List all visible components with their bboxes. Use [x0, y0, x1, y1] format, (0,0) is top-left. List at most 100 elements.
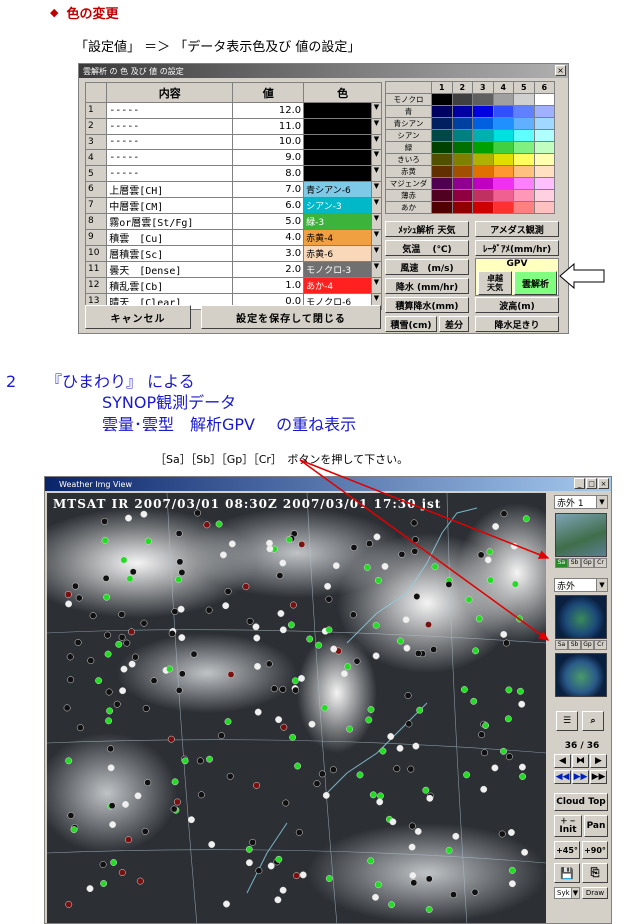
palette-swatch[interactable] [492, 92, 514, 106]
palette-swatch[interactable] [431, 176, 453, 190]
palette-swatch[interactable] [451, 128, 473, 142]
satellite-image[interactable]: MTSAT IR 2007/03/01 08:30Z 2007/03/01 17… [47, 493, 546, 923]
palette-swatch[interactable] [492, 188, 514, 202]
palette-swatch[interactable] [533, 152, 555, 166]
palette-swatch[interactable] [451, 104, 473, 118]
radar-button[interactable]: ﾚｰﾀﾞｱﾒ(mm/hr) [475, 240, 559, 256]
palette-swatch[interactable] [431, 140, 453, 154]
palette-swatch[interactable] [513, 164, 535, 178]
channel-select-1[interactable]: 赤外 1 ▼ [554, 495, 608, 509]
globe-thumbnail-2[interactable] [555, 595, 607, 639]
value-field[interactable]: 2.0 [232, 260, 305, 278]
palette-swatch[interactable] [513, 128, 535, 142]
prev-icon[interactable]: ◀ [554, 754, 571, 768]
init-button[interactable]: ＋ − Init [554, 815, 582, 837]
rotate-45-button[interactable]: +45° [554, 841, 580, 859]
content-field[interactable]: 中層雲[CM] [106, 196, 234, 214]
palette-swatch[interactable] [431, 188, 453, 202]
value-field[interactable]: 6.0 [232, 196, 305, 214]
gp-button-1[interactable]: Gp [581, 558, 594, 568]
palette-swatch[interactable] [533, 140, 555, 154]
color-select[interactable]: モノクロ-3 ▼ [303, 260, 382, 278]
palette-swatch[interactable] [513, 152, 535, 166]
diff-button[interactable]: 差分 [439, 316, 469, 332]
palette-swatch[interactable] [472, 92, 494, 106]
palette-swatch[interactable] [451, 200, 473, 214]
palette-swatch[interactable] [472, 164, 494, 178]
palette-swatch[interactable] [533, 188, 555, 202]
palette-swatch[interactable] [431, 116, 453, 130]
palette-swatch[interactable] [451, 164, 473, 178]
cloud-analysis-button[interactable]: 雲解析 [514, 271, 557, 295]
copy-icon[interactable]: ⎘ [582, 863, 608, 883]
content-field[interactable]: ----- [106, 133, 234, 151]
save-icon[interactable]: 💾 [554, 863, 580, 883]
content-field[interactable]: 曇天 [Dense] [106, 260, 234, 278]
save-close-button[interactable]: 設定を保存して閉じる [201, 305, 381, 329]
accum-rain-button[interactable]: 積算降水(mm) [385, 297, 469, 313]
palette-swatch[interactable] [451, 152, 473, 166]
value-field[interactable]: 5.0 [232, 212, 305, 230]
syk-select[interactable]: Syk ▼ [554, 887, 580, 899]
cloud-top-button[interactable]: Cloud Top [554, 793, 608, 811]
content-field[interactable]: 積乱雲[Cb] [106, 276, 234, 294]
color-select[interactable]: ▼ [303, 165, 382, 182]
palette-swatch[interactable] [472, 176, 494, 190]
palette-swatch[interactable] [451, 116, 473, 130]
palette-swatch[interactable] [513, 200, 535, 214]
wave-height-button[interactable]: 波高(m) [475, 297, 559, 313]
rewind-icon[interactable]: ◀◀ [554, 770, 571, 784]
palette-swatch[interactable] [533, 200, 555, 214]
palette-swatch[interactable] [431, 128, 453, 142]
palette-swatch[interactable] [533, 104, 555, 118]
next-icon[interactable]: ▶ [590, 754, 607, 768]
color-select[interactable]: あか-4 ▼ [303, 276, 382, 294]
draw-button[interactable]: Draw [582, 887, 608, 899]
palette-swatch[interactable] [513, 104, 535, 118]
stop-icon[interactable]: ⧓ [572, 754, 589, 768]
palette-swatch[interactable] [472, 116, 494, 130]
color-select[interactable]: ▼ [303, 117, 382, 135]
wind-button[interactable]: 風速 (m/s) [385, 259, 469, 275]
palette-swatch[interactable] [451, 92, 473, 106]
rotate-90-button[interactable]: +90° [582, 841, 608, 859]
palette-swatch[interactable] [513, 116, 535, 130]
palette-swatch[interactable] [533, 176, 555, 190]
minimize-icon[interactable]: _ [574, 478, 585, 489]
content-field[interactable]: ----- [106, 165, 234, 182]
globe-thumbnail-3[interactable] [555, 653, 607, 697]
channel-select-2[interactable]: 赤外 ▼ [554, 578, 608, 592]
content-field[interactable]: 上層雲[CH] [106, 180, 234, 198]
cr-button-1[interactable]: Cr [594, 558, 607, 568]
palette-swatch[interactable] [472, 128, 494, 142]
palette-swatch[interactable] [431, 152, 453, 166]
end-icon[interactable]: ▶▶ [590, 770, 607, 784]
thumbnail-1[interactable] [555, 513, 607, 557]
fast-forward-icon[interactable]: ▶▶ [572, 770, 589, 784]
value-field[interactable]: 10.0 [232, 133, 305, 151]
content-field[interactable]: 層積雲[Sc] [106, 244, 234, 262]
maximize-icon[interactable]: □ [586, 478, 597, 489]
temperature-button[interactable]: 気温 (℃) [385, 240, 469, 256]
close-icon[interactable]: × [598, 478, 609, 489]
content-field[interactable]: 霧or層雲[St/Fg] [106, 212, 234, 230]
color-select[interactable]: 緑-3 ▼ [303, 212, 382, 230]
sa-button-2[interactable]: Sa [555, 640, 568, 650]
palette-swatch[interactable] [472, 188, 494, 202]
content-field[interactable]: 積雲 [Cu] [106, 228, 234, 246]
palette-swatch[interactable] [533, 164, 555, 178]
palette-swatch[interactable] [513, 188, 535, 202]
palette-swatch[interactable] [492, 176, 514, 190]
value-field[interactable]: 11.0 [232, 117, 305, 135]
palette-swatch[interactable] [492, 164, 514, 178]
palette-swatch[interactable] [533, 128, 555, 142]
value-field[interactable]: 8.0 [232, 165, 305, 182]
rain-button[interactable]: 降水 (mm/hr) [385, 278, 469, 294]
sb-button-1[interactable]: Sb [568, 558, 581, 568]
palette-swatch[interactable] [472, 152, 494, 166]
palette-swatch[interactable] [492, 152, 514, 166]
value-field[interactable]: 12.0 [232, 102, 305, 119]
palette-swatch[interactable] [492, 200, 514, 214]
palette-swatch[interactable] [451, 176, 473, 190]
value-field[interactable]: 7.0 [232, 180, 305, 198]
